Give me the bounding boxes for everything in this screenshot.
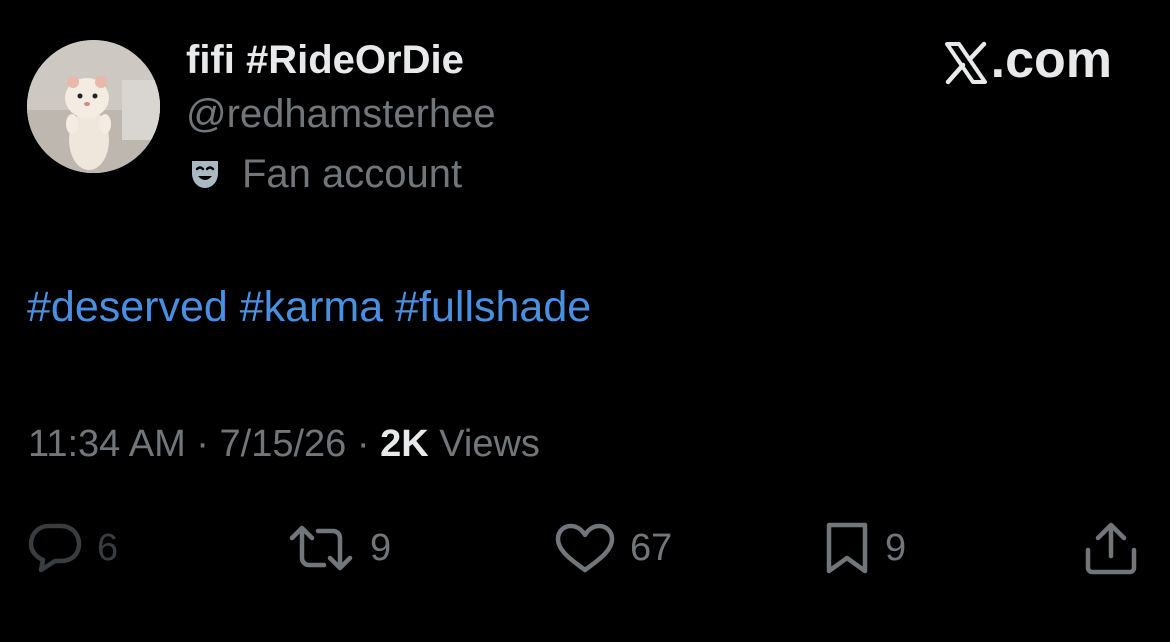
bookmark-button[interactable]: 9	[823, 520, 906, 576]
repost-button[interactable]: 9	[286, 520, 391, 576]
bookmark-icon	[823, 521, 871, 575]
avatar[interactable]	[27, 40, 160, 173]
reply-count: 6	[97, 526, 119, 569]
account-label: Fan account	[188, 150, 462, 198]
x-logo-icon	[944, 38, 988, 85]
x-brand: .com	[944, 30, 1112, 90]
author-display-name[interactable]: fifi #RideOrDie	[186, 38, 464, 83]
reply-icon	[27, 522, 83, 574]
hashtag-link[interactable]: #karma	[240, 283, 383, 331]
tweet-text: #deserved #karma #fullshade	[27, 283, 591, 332]
action-bar: 6 9 67 9	[0, 520, 1170, 576]
like-count: 67	[630, 526, 673, 569]
hamster-avatar-image	[27, 40, 160, 173]
tweet-date[interactable]: 7/15/26	[220, 423, 347, 465]
repost-icon	[286, 522, 356, 574]
share-icon	[1082, 520, 1140, 576]
views-count[interactable]: 2K	[380, 423, 429, 465]
hashtag-link[interactable]: #fullshade	[395, 283, 591, 331]
hashtag-link[interactable]: #deserved	[27, 283, 228, 331]
repost-count: 9	[370, 526, 392, 569]
account-label-text: Fan account	[242, 151, 463, 196]
meta-separator: ·	[185, 423, 220, 465]
like-button[interactable]: 67	[554, 520, 672, 576]
share-button[interactable]	[1082, 520, 1140, 576]
meta-separator: ·	[346, 423, 381, 465]
views-label: Views	[428, 423, 540, 465]
author-handle[interactable]: @redhamsterhee	[186, 92, 496, 137]
theater-mask-icon	[188, 157, 222, 191]
reply-button[interactable]: 6	[27, 520, 118, 576]
tweet-time[interactable]: 11:34 AM	[28, 423, 186, 465]
tweet-meta: 11:34 AM · 7/15/26 · 2K Views	[28, 423, 540, 466]
brand-domain-text: .com	[990, 31, 1112, 89]
bookmark-count: 9	[885, 526, 907, 569]
heart-icon	[554, 522, 616, 574]
